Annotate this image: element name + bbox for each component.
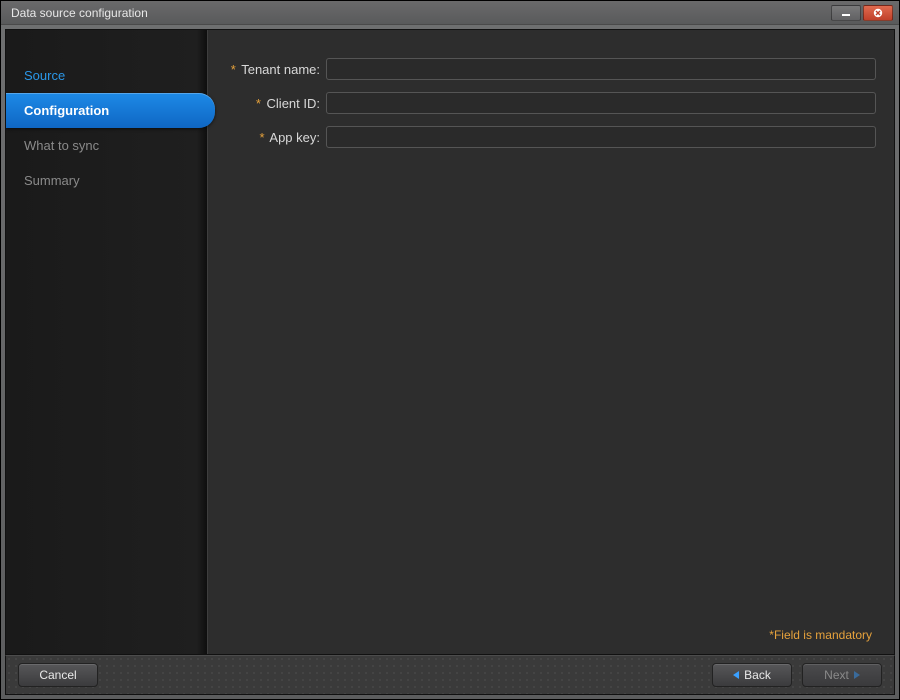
tenant-name-input[interactable] [326,58,876,80]
required-asterisk: * [256,96,261,111]
client-id-input[interactable] [326,92,876,114]
required-asterisk: * [231,62,236,77]
cancel-button[interactable]: Cancel [18,663,98,687]
step-what-to-sync: What to sync [6,128,207,163]
app-key-label: * App key: [208,130,326,145]
step-source[interactable]: Source [6,58,207,93]
wizard-steps-sidebar: Source Configuration What to sync Summar… [6,30,208,654]
minimize-icon [841,9,851,17]
tenant-name-label: * Tenant name: [208,62,326,77]
close-button[interactable] [863,5,893,21]
wizard-window: Data source configuration Source Configu… [0,0,900,700]
minimize-button[interactable] [831,5,861,21]
app-key-input[interactable] [326,126,876,148]
titlebar: Data source configuration [1,1,899,25]
client-id-label: * Client ID: [208,96,326,111]
close-icon [873,8,883,18]
step-summary: Summary [6,163,207,198]
next-button[interactable]: Next [802,663,882,687]
field-row-client-id: * Client ID: [208,92,876,114]
main-panel: * Tenant name: * Client ID: * App ke [208,30,894,654]
step-configuration[interactable]: Configuration [6,93,215,128]
mandatory-note: *Field is mandatory [769,628,872,642]
client-area: Source Configuration What to sync Summar… [5,29,895,655]
field-row-tenant-name: * Tenant name: [208,58,876,80]
chevron-right-icon [854,671,860,679]
chevron-left-icon [733,671,739,679]
back-button[interactable]: Back [712,663,792,687]
configuration-form: * Tenant name: * Client ID: * App ke [208,58,876,148]
footer-bar: Cancel Back Next [5,655,895,695]
required-asterisk: * [259,130,264,145]
field-row-app-key: * App key: [208,126,876,148]
window-title: Data source configuration [11,6,829,20]
